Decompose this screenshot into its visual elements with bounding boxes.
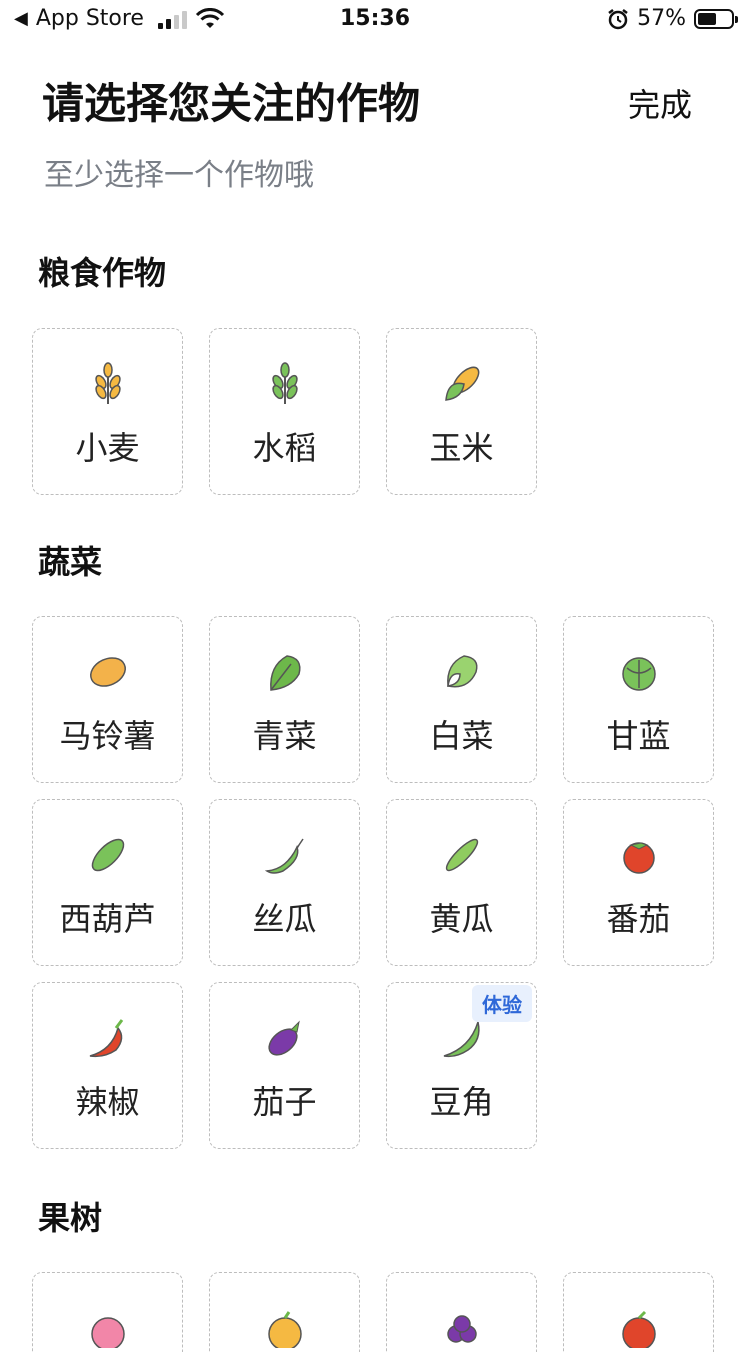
page-subtitle: 至少选择一个作物哦	[44, 158, 314, 193]
crop-label: 白菜	[429, 717, 494, 755]
crop-card-cabbage[interactable]: 白菜	[386, 616, 537, 783]
apple-icon	[614, 1303, 664, 1352]
crop-card-corn[interactable]: 玉米	[386, 328, 537, 495]
zucchini-icon	[83, 830, 133, 880]
tomato-icon	[614, 830, 664, 880]
crop-label: 青菜	[252, 717, 317, 755]
crop-card-apple[interactable]	[563, 1272, 714, 1352]
alarm-icon	[608, 8, 628, 29]
crop-label: 丝瓜	[252, 900, 317, 938]
crop-label: 甘蓝	[606, 717, 671, 755]
crop-card-potato[interactable]: 马铃薯	[32, 616, 183, 783]
crop-card-orange[interactable]	[209, 1272, 360, 1352]
crop-label: 小麦	[75, 429, 140, 467]
cucumber-icon	[437, 830, 487, 880]
crop-card-greens[interactable]: 青菜	[209, 616, 360, 783]
greens-icon	[260, 647, 310, 697]
vegetables-grid: 马铃薯 青菜 白菜 甘蓝 西葫芦 丝瓜 黄瓜 番茄 辣椒 茄子 体验 豆角	[32, 616, 718, 1149]
crop-card-zucchini[interactable]: 西葫芦	[32, 799, 183, 966]
loofah-icon	[260, 830, 310, 880]
crop-card-eggplant[interactable]: 茄子	[209, 982, 360, 1149]
section-title-vegetables: 蔬菜	[38, 543, 103, 581]
wheat-icon	[83, 359, 133, 409]
crop-label: 豆角	[429, 1083, 494, 1121]
fruit-trees-grid	[32, 1272, 718, 1352]
crop-card-grape[interactable]	[386, 1272, 537, 1352]
crop-card-kale[interactable]: 甘蓝	[563, 616, 714, 783]
battery-percent: 57%	[637, 6, 686, 31]
eggplant-icon	[260, 1013, 310, 1063]
trial-badge: 体验	[472, 985, 532, 1022]
crop-label: 水稻	[252, 429, 317, 467]
crop-label: 黄瓜	[429, 900, 494, 938]
section-title-fruit-trees: 果树	[38, 1199, 103, 1237]
crop-label: 西葫芦	[59, 900, 156, 938]
corn-icon	[437, 359, 487, 409]
section-title-grain: 粮食作物	[38, 254, 167, 292]
status-right: 57%	[607, 6, 738, 31]
crop-card-loofah[interactable]: 丝瓜	[209, 799, 360, 966]
crop-card-chili[interactable]: 辣椒	[32, 982, 183, 1149]
orange-icon	[260, 1303, 310, 1352]
page-title: 请选择您关注的作物	[42, 79, 421, 128]
battery-icon	[694, 8, 738, 29]
done-button[interactable]: 完成	[628, 80, 692, 126]
crop-label: 马铃薯	[59, 717, 156, 755]
peach-icon	[83, 1303, 133, 1352]
crop-card-bean[interactable]: 体验 豆角	[386, 982, 537, 1149]
crop-card-rice[interactable]: 水稻	[209, 328, 360, 495]
crop-card-cucumber[interactable]: 黄瓜	[386, 799, 537, 966]
crop-card-peach[interactable]	[32, 1272, 183, 1352]
kale-icon	[614, 647, 664, 697]
crop-card-wheat[interactable]: 小麦	[32, 328, 183, 495]
grape-icon	[437, 1303, 487, 1352]
crop-label: 辣椒	[75, 1083, 140, 1121]
rice-icon	[260, 359, 310, 409]
status-bar: ◀ App Store 15:36 57%	[0, 0, 750, 40]
cabbage-icon	[437, 647, 487, 697]
crop-label: 番茄	[606, 900, 671, 938]
grain-grid: 小麦 水稻 玉米	[32, 328, 718, 495]
potato-icon	[83, 647, 133, 697]
crop-label: 玉米	[429, 429, 494, 467]
chili-icon	[83, 1013, 133, 1063]
crop-card-tomato[interactable]: 番茄	[563, 799, 714, 966]
crop-label: 茄子	[252, 1083, 317, 1121]
